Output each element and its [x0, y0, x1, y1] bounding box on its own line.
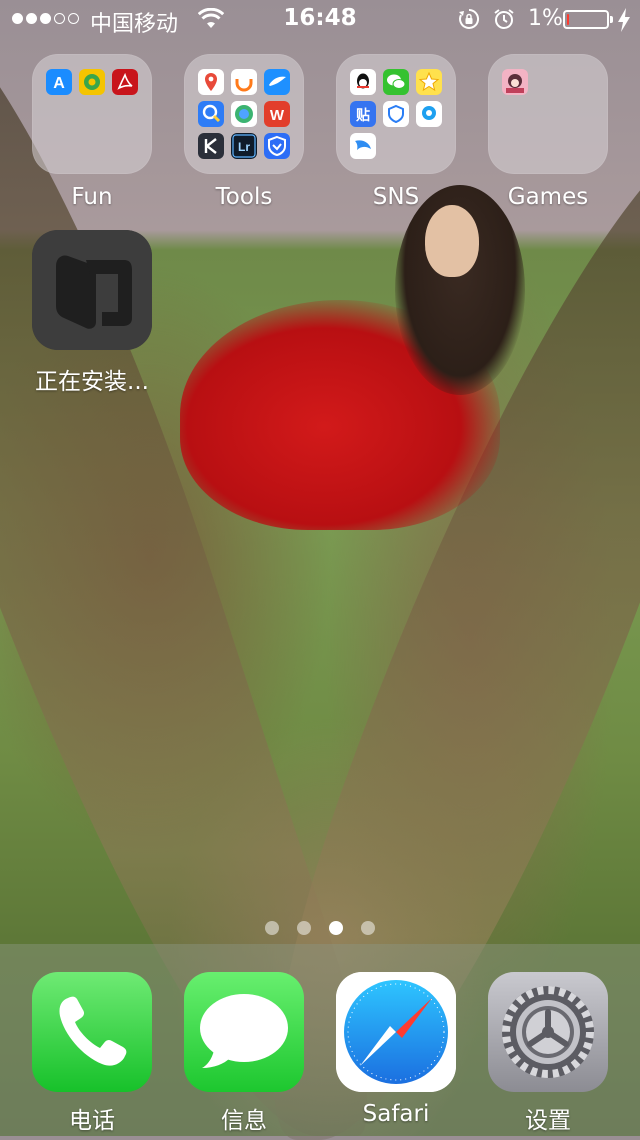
status-bar: 中国移动 16:48 1% — [0, 0, 640, 40]
star-app-icon — [416, 69, 442, 95]
svg-text:贴: 贴 — [356, 107, 370, 124]
globe-app-icon — [231, 101, 257, 127]
folder-sns[interactable]: 贴 — [336, 54, 456, 174]
feather-blue-icon — [350, 133, 376, 159]
folder-fun[interactable]: A — [32, 54, 152, 174]
chat-bubble-icon — [416, 101, 442, 127]
tieba-icon: 贴 — [350, 101, 376, 127]
phone-app-label: 电话 — [69, 1108, 115, 1134]
battery-level-fill — [567, 14, 569, 25]
page-dot — [297, 921, 311, 935]
messages-app[interactable] — [184, 972, 304, 1092]
safari-app-label: Safari — [362, 1101, 430, 1127]
k-app-icon — [198, 133, 224, 159]
settings-app-label: 设置 — [525, 1108, 571, 1134]
page-dot — [265, 921, 279, 935]
safari-icon — [336, 972, 456, 1092]
folder-tools[interactable]: W Lr — [184, 54, 304, 174]
safari-app[interactable] — [336, 972, 456, 1092]
page-indicator[interactable] — [0, 920, 640, 936]
lightroom-icon: Lr — [231, 133, 257, 159]
battery-percent: 1% — [528, 6, 563, 31]
contacts-search-icon — [198, 101, 224, 127]
battery-terminal — [610, 16, 613, 23]
feather-app-icon — [264, 69, 290, 95]
anime-game-icon — [502, 69, 528, 95]
wps-office-icon: W — [264, 101, 290, 127]
phone-icon — [32, 972, 152, 1092]
settings-app[interactable] — [488, 972, 608, 1092]
messages-icon — [184, 972, 304, 1092]
installing-app-icon[interactable] — [32, 230, 152, 350]
folder-games[interactable] — [488, 54, 608, 174]
phone-app[interactable] — [32, 972, 152, 1092]
settings-icon — [488, 972, 608, 1092]
folder-label-sns: SNS — [372, 184, 420, 210]
svg-text:Lr: Lr — [238, 140, 250, 154]
pdf-reader-icon — [112, 69, 138, 95]
page-dot — [361, 921, 375, 935]
alarm-icon — [494, 9, 514, 29]
shield-app-icon — [383, 101, 409, 127]
charging-bolt-icon — [618, 8, 630, 32]
green-app-icon — [79, 69, 105, 95]
installing-app-label: 正在安装... — [35, 369, 149, 395]
folder-label-games: Games — [507, 184, 589, 210]
svg-text:W: W — [270, 107, 285, 124]
app-store-icon: A — [46, 69, 72, 95]
messages-app-label: 信息 — [221, 1108, 267, 1134]
folder-label-fun: Fun — [71, 184, 113, 210]
maps-icon — [198, 69, 224, 95]
didi-icon — [231, 69, 257, 95]
svg-text:A: A — [53, 75, 65, 92]
vpn-shield-icon — [264, 133, 290, 159]
wallpaper-face — [425, 205, 479, 277]
wechat-icon — [383, 69, 409, 95]
folder-label-tools: Tools — [215, 184, 273, 210]
battery-icon — [563, 10, 609, 29]
qq-icon — [350, 69, 376, 95]
rotation-lock-icon — [459, 8, 480, 29]
page-dot-active — [329, 921, 343, 935]
